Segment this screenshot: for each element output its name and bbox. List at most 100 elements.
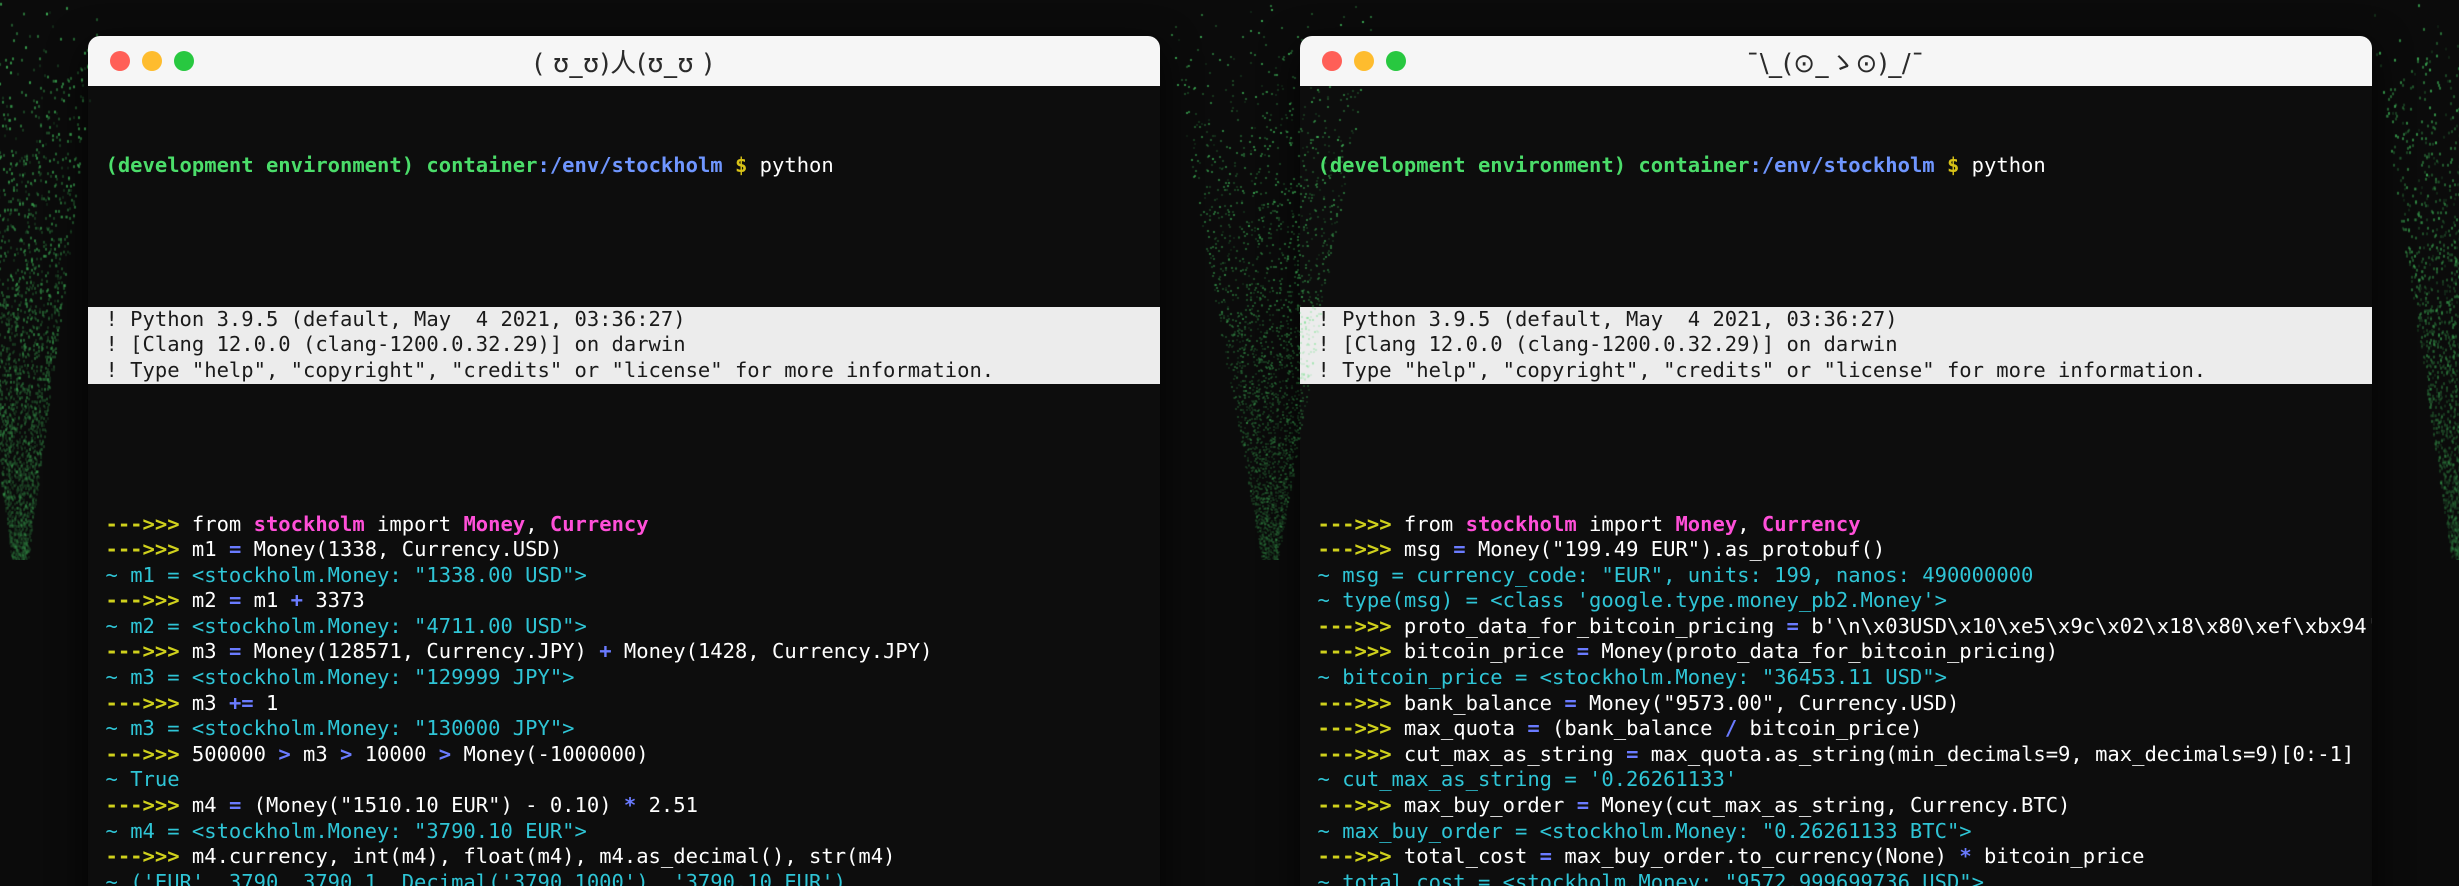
banner-line: ! [Clang 12.0.0 (clang-1200.0.32.29)] on… — [1300, 332, 2372, 358]
repl-output-text: m1 = <stockholm.Money: "1338.00 USD"> — [130, 563, 587, 587]
repl-output-glyph: ~ — [106, 614, 118, 638]
repl-input-text: m3 += 1 — [192, 691, 278, 715]
repl-input-text: m4.currency, int(m4), float(m4), m4.as_d… — [192, 844, 896, 868]
repl-prompt-glyph: --->>> — [106, 537, 180, 561]
repl-input-text: m2 = m1 + 3373 — [192, 588, 365, 612]
repl-output-text: m2 = <stockholm.Money: "4711.00 USD"> — [130, 614, 587, 638]
repl-output-line: ~ True — [88, 767, 1160, 793]
repl-prompt-glyph: --->>> — [1318, 614, 1392, 638]
repl-output-line: ~ type(msg) = <class 'google.type.money_… — [1300, 588, 2372, 614]
repl-input-line: --->>> total_cost = max_buy_order.to_cur… — [1300, 844, 2372, 870]
zoom-button[interactable] — [174, 51, 194, 71]
titlebar-left[interactable]: ( ʊ_ʊ)人(ʊ_ʊ ) — [88, 36, 1160, 86]
repl-output-glyph: ~ — [1318, 819, 1330, 843]
minimize-button[interactable] — [142, 51, 162, 71]
repl-output-text: cut_max_as_string = '0.26261133' — [1342, 767, 1737, 791]
banner-line: ! Type "help", "copyright", "credits" or… — [1300, 358, 2372, 384]
repl-output-line: ~ m1 = <stockholm.Money: "1338.00 USD"> — [88, 563, 1160, 589]
terminal-window-right[interactable]: ¯\_(⊙_ゝ⊙)_/¯ (development environment) c… — [1300, 36, 2372, 886]
repl-prompt-glyph: --->>> — [106, 793, 180, 817]
repl-output-glyph: ~ — [106, 819, 118, 843]
repl-input-text: msg = Money("199.49 EUR").as_protobuf() — [1404, 537, 1885, 561]
repl-prompt-glyph: --->>> — [106, 691, 180, 715]
window-title-left: ( ʊ_ʊ)人(ʊ_ʊ ) — [88, 43, 1160, 80]
repl-prompt-glyph: --->>> — [106, 588, 180, 612]
repl-input-line: --->>> from stockholm import Money, Curr… — [1300, 512, 2372, 538]
shell-prompt-line-left: (development environment) container:/env… — [88, 153, 1160, 179]
repl-input-line: --->>> m3 += 1 — [88, 691, 1160, 717]
repl-prompt-glyph: --->>> — [1318, 742, 1392, 766]
terminal-window-left[interactable]: ( ʊ_ʊ)人(ʊ_ʊ ) (development environment) … — [88, 36, 1160, 886]
repl-output-text: True — [130, 767, 179, 791]
repl-input-text: m4 = (Money("1510.10 EUR") - 0.10) * 2.5… — [192, 793, 698, 817]
shell-path-label: :/env/stockholm — [1750, 153, 1935, 177]
repl-input-text: m1 = Money(1338, Currency.USD) — [192, 537, 562, 561]
repl-output-glyph: ~ — [106, 563, 118, 587]
repl-output-glyph: ~ — [1318, 870, 1330, 886]
repl-input-text: proto_data_for_bitcoin_pricing = b'\n\x0… — [1404, 614, 2372, 638]
repl-lines-left: --->>> from stockholm import Money, Curr… — [88, 512, 1160, 886]
repl-output-glyph: ~ — [106, 767, 118, 791]
repl-output-glyph: ~ — [106, 665, 118, 689]
repl-input-line: --->>> m2 = m1 + 3373 — [88, 588, 1160, 614]
repl-output-line: ~ m2 = <stockholm.Money: "4711.00 USD"> — [88, 614, 1160, 640]
banner-line: ! Type "help", "copyright", "credits" or… — [88, 358, 1160, 384]
repl-output-glyph: ~ — [106, 870, 118, 886]
minimize-button[interactable] — [1354, 51, 1374, 71]
shell-env-label: (development environment) — [106, 153, 415, 177]
python-banner-left: ! Python 3.9.5 (default, May 4 2021, 03:… — [88, 307, 1160, 384]
terminal-body-right[interactable]: (development environment) container:/env… — [1300, 86, 2372, 886]
gap — [88, 435, 1160, 461]
repl-prompt-glyph: --->>> — [106, 742, 180, 766]
banner-line: ! [Clang 12.0.0 (clang-1200.0.32.29)] on… — [88, 332, 1160, 358]
repl-input-line: --->>> m1 = Money(1338, Currency.USD) — [88, 537, 1160, 563]
repl-output-text: total_cost = <stockholm.Money: "9572.999… — [1342, 870, 1984, 886]
repl-input-text: total_cost = max_buy_order.to_currency(N… — [1404, 844, 2145, 868]
repl-prompt-glyph: --->>> — [1318, 691, 1392, 715]
repl-input-line: --->>> max_quota = (bank_balance / bitco… — [1300, 716, 2372, 742]
repl-input-line: --->>> proto_data_for_bitcoin_pricing = … — [1300, 614, 2372, 640]
window-title-right: ¯\_(⊙_ゝ⊙)_/¯ — [1300, 43, 2372, 80]
shell-command: python — [1972, 153, 2046, 177]
repl-output-glyph: ~ — [1318, 588, 1330, 612]
repl-prompt-glyph: --->>> — [106, 639, 180, 663]
repl-input-text: bank_balance = Money("9573.00", Currency… — [1404, 691, 1959, 715]
repl-input-text: bitcoin_price = Money(proto_data_for_bit… — [1404, 639, 2058, 663]
shell-host-label: container — [426, 153, 537, 177]
close-button[interactable] — [110, 51, 130, 71]
shell-dollar-sign: $ — [735, 153, 747, 177]
repl-input-text: 500000 > m3 > 10000 > Money(-1000000) — [192, 742, 649, 766]
repl-input-line: --->>> max_buy_order = Money(cut_max_as_… — [1300, 793, 2372, 819]
repl-prompt-glyph: --->>> — [1318, 512, 1392, 536]
repl-input-text: from stockholm import Money, Currency — [192, 512, 649, 536]
repl-prompt-glyph: --->>> — [106, 512, 180, 536]
close-button[interactable] — [1322, 51, 1342, 71]
repl-output-line: ~ ('EUR', 3790, 3790.1, Decimal('3790.10… — [88, 870, 1160, 886]
repl-input-text: from stockholm import Money, Currency — [1404, 512, 1861, 536]
repl-prompt-glyph: --->>> — [1318, 716, 1392, 740]
repl-prompt-glyph: --->>> — [1318, 793, 1392, 817]
zoom-button[interactable] — [1386, 51, 1406, 71]
repl-prompt-glyph: --->>> — [106, 844, 180, 868]
repl-prompt-glyph: --->>> — [1318, 639, 1392, 663]
repl-output-line: ~ m3 = <stockholm.Money: "129999 JPY"> — [88, 665, 1160, 691]
repl-prompt-glyph: --->>> — [1318, 537, 1392, 561]
repl-output-line: ~ bitcoin_price = <stockholm.Money: "364… — [1300, 665, 2372, 691]
repl-output-text: max_buy_order = <stockholm.Money: "0.262… — [1342, 819, 1971, 843]
repl-output-text: m3 = <stockholm.Money: "129999 JPY"> — [130, 665, 574, 689]
desktop-background: ( ʊ_ʊ)人(ʊ_ʊ ) (development environment) … — [0, 0, 2459, 886]
terminal-body-left[interactable]: (development environment) container:/env… — [88, 86, 1160, 886]
repl-input-text: cut_max_as_string = max_quota.as_string(… — [1404, 742, 2354, 766]
repl-output-glyph: ~ — [106, 716, 118, 740]
repl-lines-right: --->>> from stockholm import Money, Curr… — [1300, 512, 2372, 886]
titlebar-right[interactable]: ¯\_(⊙_ゝ⊙)_/¯ — [1300, 36, 2372, 86]
repl-input-line: --->>> m3 = Money(128571, Currency.JPY) … — [88, 639, 1160, 665]
shell-env-label: (development environment) — [1318, 153, 1627, 177]
repl-prompt-glyph: --->>> — [1318, 844, 1392, 868]
repl-output-glyph: ~ — [1318, 665, 1330, 689]
gap — [1300, 230, 2372, 256]
repl-input-text: max_quota = (bank_balance / bitcoin_pric… — [1404, 716, 1922, 740]
repl-input-line: --->>> m4.currency, int(m4), float(m4), … — [88, 844, 1160, 870]
repl-output-line: ~ msg = currency_code: "EUR", units: 199… — [1300, 563, 2372, 589]
shell-prompt-line-right: (development environment) container:/env… — [1300, 153, 2372, 179]
